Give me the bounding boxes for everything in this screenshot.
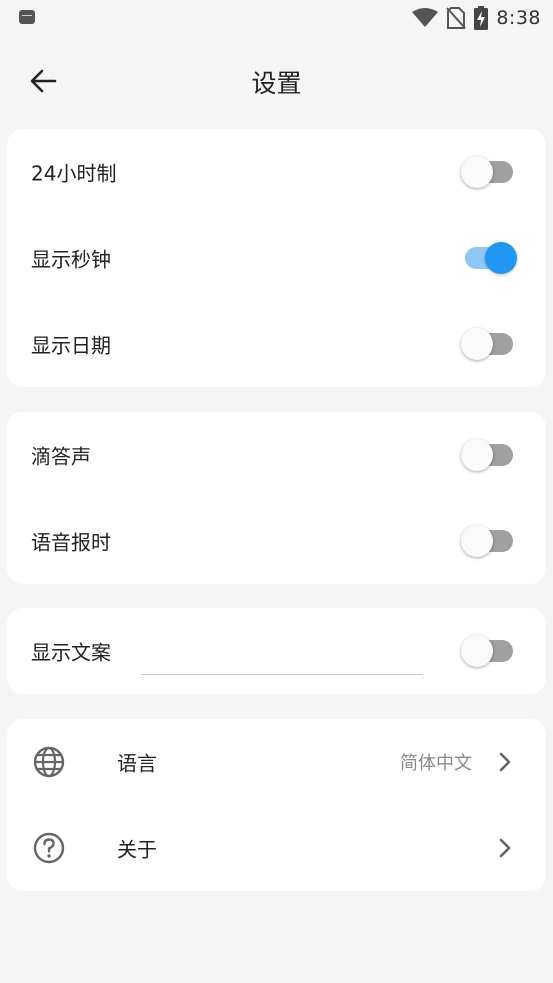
toggle-thumb	[461, 156, 493, 188]
app-notification-icon	[19, 10, 35, 24]
help-circle-icon	[33, 832, 65, 864]
show-seconds-row: 显示秒钟	[7, 215, 546, 301]
language-label: 语言	[117, 751, 157, 776]
show-date-toggle[interactable]	[461, 328, 517, 360]
wifi-icon	[412, 8, 439, 27]
voice-chime-label: 语音报时	[31, 530, 111, 555]
show-date-row: 显示日期	[7, 301, 546, 387]
no-sim-icon	[446, 7, 467, 29]
toggle-thumb	[461, 635, 493, 667]
hour24-row: 24小时制	[7, 129, 546, 215]
tick-sound-label: 滴答声	[31, 444, 91, 469]
tick-sound-row: 滴答声	[7, 412, 546, 498]
page-title: 设置	[251, 69, 302, 98]
language-row[interactable]: 语言 简体中文	[7, 719, 546, 805]
hour24-label: 24小时制	[31, 161, 117, 186]
globe-icon	[33, 746, 65, 778]
show-seconds-toggle[interactable]	[461, 242, 517, 274]
chevron-right-icon	[499, 838, 511, 858]
show-date-label: 显示日期	[31, 333, 111, 358]
show-copy-label: 显示文案	[31, 640, 111, 665]
language-value: 简体中文	[400, 753, 472, 774]
voice-chime-toggle[interactable]	[461, 525, 517, 557]
about-label: 关于	[117, 837, 157, 862]
status-bar-indicators: 8:38	[412, 6, 541, 30]
sound-settings-card: 滴答声 语音报时	[7, 412, 546, 584]
voice-chime-row: 语音报时	[7, 498, 546, 584]
about-row[interactable]: 关于	[7, 805, 546, 891]
status-time: 8:38	[496, 7, 541, 29]
toggle-thumb	[485, 242, 517, 274]
app-bar: 设置	[0, 44, 553, 118]
battery-charging-icon	[474, 6, 489, 30]
show-copy-toggle[interactable]	[461, 635, 517, 667]
status-bar: 8:38	[0, 0, 553, 36]
display-settings-card: 24小时制 显示秒钟 显示日期	[7, 129, 546, 387]
show-copy-row: 显示文案	[7, 608, 546, 694]
toggle-thumb	[461, 328, 493, 360]
hour24-toggle[interactable]	[461, 156, 517, 188]
tick-sound-toggle[interactable]	[461, 439, 517, 471]
toggle-thumb	[461, 525, 493, 557]
misc-card: 语言 简体中文 关于	[7, 719, 546, 891]
show-seconds-label: 显示秒钟	[31, 247, 111, 272]
toggle-thumb	[461, 439, 493, 471]
copy-text-input[interactable]	[141, 632, 423, 675]
chevron-right-icon	[499, 752, 511, 772]
copy-text-card: 显示文案	[7, 608, 546, 694]
